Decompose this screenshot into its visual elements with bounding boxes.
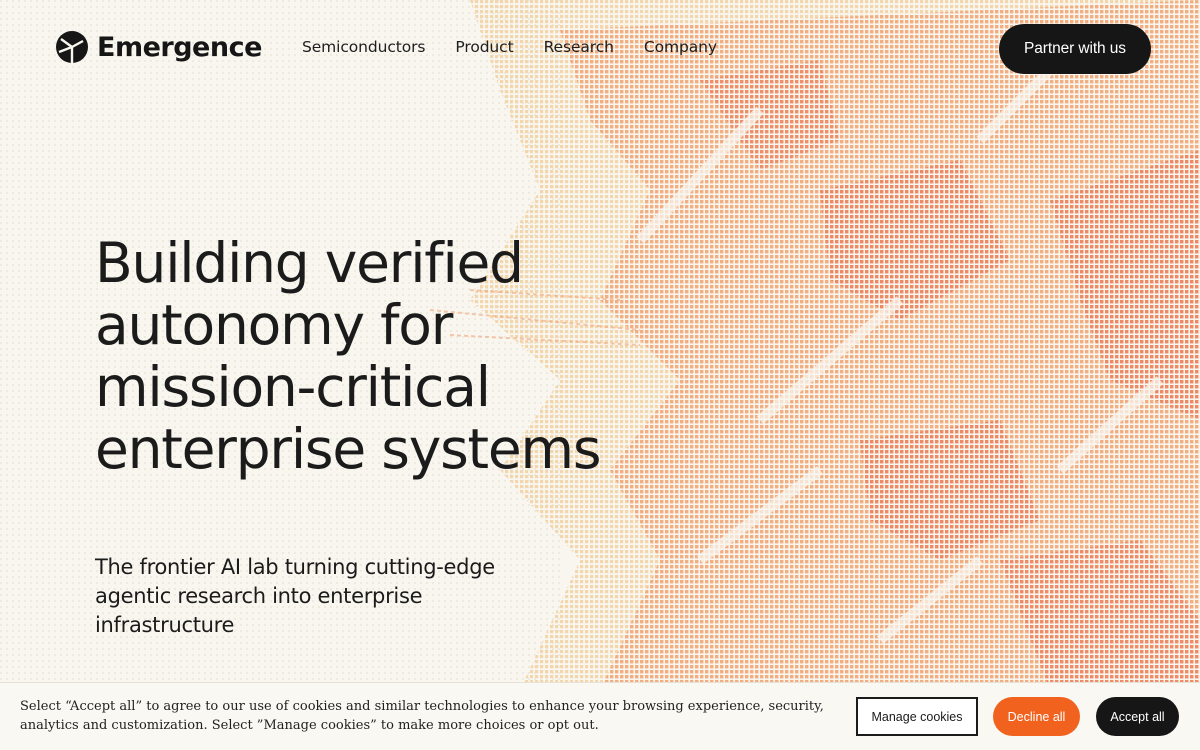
partner-with-us-button[interactable]: Partner with us xyxy=(999,24,1151,74)
decline-all-button[interactable]: Decline all xyxy=(993,697,1080,736)
nav-item-research[interactable]: Research xyxy=(544,38,614,56)
hero-subtitle: The frontier AI lab turning cutting-edge… xyxy=(95,555,495,637)
nav-item-company[interactable]: Company xyxy=(644,38,717,56)
site-header: Emergence Semiconductors Product Researc… xyxy=(0,0,1200,96)
nav-item-semiconductors[interactable]: Semiconductors xyxy=(302,38,426,56)
cookie-banner-text: Select “Accept all” to agree to our use … xyxy=(20,699,824,733)
manage-cookies-button[interactable]: Manage cookies xyxy=(856,697,978,736)
hero-title: Building verified autonomy for mission-c… xyxy=(95,231,602,481)
page: Emergence Semiconductors Product Researc… xyxy=(0,0,1200,750)
accept-all-button[interactable]: Accept all xyxy=(1096,697,1179,736)
brand-name: Emergence xyxy=(97,31,262,63)
emergence-logo-icon xyxy=(56,31,88,63)
logo[interactable]: Emergence xyxy=(55,30,262,64)
main-nav: Semiconductors Product Research Company xyxy=(302,38,717,56)
cookie-banner: Select “Accept all” to agree to our use … xyxy=(0,682,1200,750)
nav-item-product[interactable]: Product xyxy=(455,38,513,56)
